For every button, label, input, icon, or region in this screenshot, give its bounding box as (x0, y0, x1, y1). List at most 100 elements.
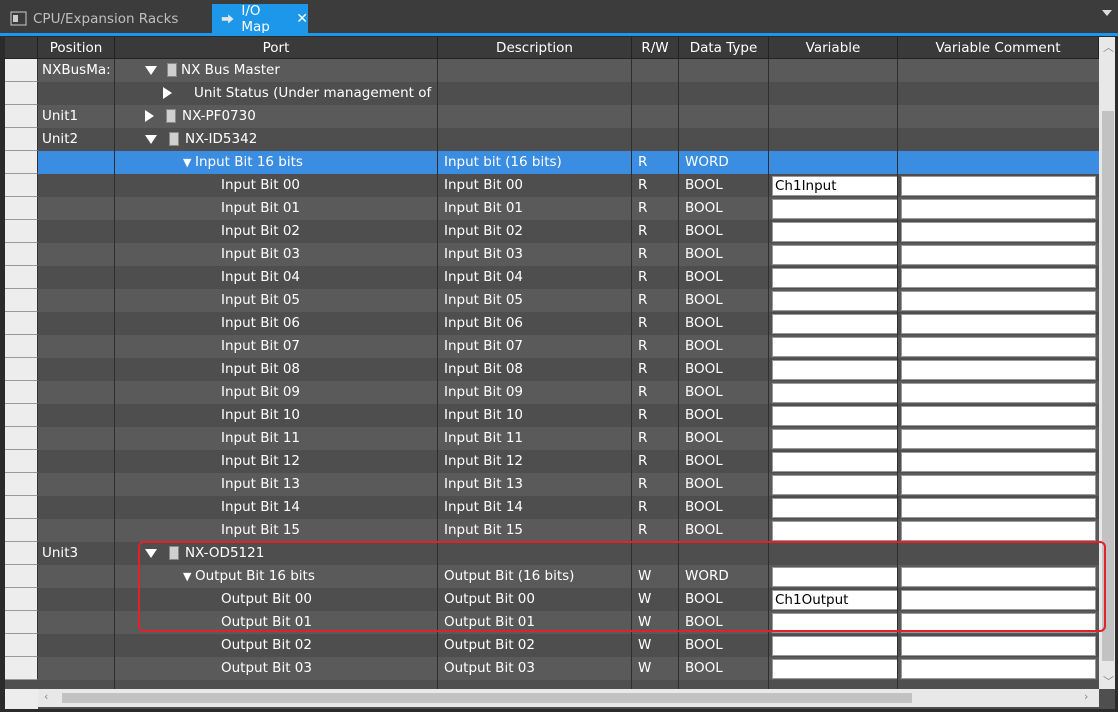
port-cell[interactable]: Input Bit 09 (115, 381, 438, 404)
close-icon[interactable]: ✕ (296, 11, 308, 27)
port-cell[interactable]: Input Bit 13 (115, 473, 438, 496)
port-cell[interactable]: Input Bit 00 (115, 174, 438, 197)
port-cell[interactable]: NX-OD5121 (115, 542, 438, 565)
row-header[interactable] (5, 289, 38, 312)
row-header[interactable] (5, 519, 38, 542)
scroll-right-icon[interactable]: › (1084, 690, 1088, 703)
variable-input[interactable] (772, 613, 898, 633)
row-header[interactable] (5, 312, 38, 335)
variable-comment-input[interactable] (901, 475, 1096, 495)
port-cell[interactable]: Input Bit 07 (115, 335, 438, 358)
port-cell[interactable]: Unit Status (Under management of (115, 82, 438, 105)
row-header[interactable] (5, 128, 38, 151)
table-row[interactable]: Output Bit 02 Output Bit 02 W BOOL (5, 634, 1099, 657)
row-header[interactable] (5, 450, 38, 473)
column-header-port[interactable]: Port (115, 37, 438, 59)
variable-comment-input[interactable] (901, 659, 1096, 679)
port-cell[interactable]: Input Bit 15 (115, 519, 438, 542)
table-row[interactable]: Input Bit 13 Input Bit 13 R BOOL (5, 473, 1099, 496)
row-header[interactable] (5, 657, 38, 680)
variable-comment-input[interactable] (901, 314, 1096, 334)
table-row[interactable]: Input Bit 07 Input Bit 07 R BOOL (5, 335, 1099, 358)
row-header[interactable] (5, 634, 38, 657)
collapse-arrow-icon[interactable]: ▼ (183, 570, 195, 583)
row-header[interactable] (5, 588, 38, 611)
variable-input[interactable] (772, 360, 898, 380)
vertical-scroll-thumb[interactable] (1102, 111, 1114, 661)
port-cell[interactable]: Input Bit 06 (115, 312, 438, 335)
variable-comment-input[interactable] (901, 222, 1096, 242)
row-header[interactable] (5, 496, 38, 519)
expand-arrow-icon[interactable] (163, 87, 172, 99)
table-row[interactable]: Input Bit 15 Input Bit 15 R BOOL (5, 519, 1099, 542)
horizontal-scrollbar[interactable]: ‹ › (38, 689, 1099, 707)
row-header[interactable] (5, 335, 38, 358)
row-header[interactable] (5, 59, 38, 82)
row-header[interactable] (5, 358, 38, 381)
vertical-scrollbar[interactable]: ︿ ﹀ (1099, 37, 1115, 689)
scroll-left-icon[interactable]: ‹ (44, 690, 48, 703)
variable-comment-input[interactable] (901, 613, 1096, 633)
variable-comment-input[interactable] (901, 337, 1096, 357)
variable-input[interactable] (772, 268, 898, 288)
variable-comment-input[interactable] (901, 521, 1096, 541)
table-row[interactable]: Unit1 NX-PF0730 (5, 105, 1099, 128)
variable-input[interactable] (772, 222, 898, 242)
port-cell[interactable]: NX-ID5342 (115, 128, 438, 151)
variable-input[interactable] (772, 636, 898, 656)
variable-comment-input[interactable] (901, 498, 1096, 518)
table-row[interactable]: ▼ Input Bit 16 bits Input bit (16 bits) R W… (5, 151, 1099, 174)
table-row[interactable]: Input Bit 11 Input Bit 11 R BOOL (5, 427, 1099, 450)
horizontal-scroll-thumb[interactable] (62, 693, 912, 703)
port-cell[interactable]: Input Bit 08 (115, 358, 438, 381)
row-header[interactable] (5, 243, 38, 266)
table-row[interactable]: Input Bit 02 Input Bit 02 R BOOL (5, 220, 1099, 243)
port-cell[interactable]: ▼ Output Bit 16 bits (115, 565, 438, 588)
table-row[interactable]: NXBusMa: NX Bus Master (5, 59, 1099, 82)
row-header[interactable] (5, 565, 38, 588)
table-row[interactable]: Input Bit 05 Input Bit 05 R BOOL (5, 289, 1099, 312)
collapse-arrow-icon[interactable] (145, 65, 157, 75)
variable-comment-input[interactable] (901, 452, 1096, 472)
collapse-arrow-icon[interactable] (145, 134, 157, 144)
row-header[interactable] (5, 611, 38, 634)
variable-comment-input[interactable] (901, 406, 1096, 426)
table-row[interactable]: Output Bit 00 Output Bit 00 W BOOL Ch1Output (5, 588, 1099, 611)
port-cell[interactable]: Input Bit 12 (115, 450, 438, 473)
table-row[interactable]: Input Bit 00 Input Bit 00 R BOOL Ch1Input (5, 174, 1099, 197)
port-cell[interactable]: Input Bit 14 (115, 496, 438, 519)
port-cell[interactable]: Output Bit 00 (115, 588, 438, 611)
table-row[interactable]: Input Bit 01 Input Bit 01 R BOOL (5, 197, 1099, 220)
tab-io-map[interactable]: I/O Map ✕ (212, 3, 308, 35)
row-header[interactable] (5, 174, 38, 197)
variable-input[interactable] (772, 452, 898, 472)
row-header[interactable] (5, 542, 38, 565)
port-cell[interactable]: ▼ Input Bit 16 bits (115, 151, 438, 174)
variable-input[interactable] (772, 245, 898, 265)
column-header-position[interactable]: Position (38, 37, 115, 59)
variable-input[interactable] (772, 406, 898, 426)
table-row[interactable]: Unit3 NX-OD5121 (5, 542, 1099, 565)
column-header-variable[interactable]: Variable (769, 37, 898, 59)
variable-input[interactable] (772, 567, 898, 587)
row-header[interactable] (5, 82, 38, 105)
table-row[interactable]: Input Bit 09 Input Bit 09 R BOOL (5, 381, 1099, 404)
variable-input[interactable] (772, 199, 898, 219)
variable-input[interactable] (772, 498, 898, 518)
table-row[interactable]: Unit Status (Under management of (5, 82, 1099, 105)
row-header[interactable] (5, 197, 38, 220)
table-row[interactable]: Input Bit 10 Input Bit 10 R BOOL (5, 404, 1099, 427)
table-row[interactable]: Output Bit 03 Output Bit 03 W BOOL (5, 657, 1099, 680)
variable-comment-input[interactable] (901, 383, 1096, 403)
row-header[interactable] (5, 427, 38, 450)
variable-comment-input[interactable] (901, 636, 1096, 656)
port-cell[interactable]: Output Bit 03 (115, 657, 438, 680)
table-row[interactable]: Output Bit 01 Output Bit 01 W BOOL (5, 611, 1099, 634)
variable-input[interactable]: Ch1Input (772, 176, 898, 196)
table-row[interactable]: Input Bit 03 Input Bit 03 R BOOL (5, 243, 1099, 266)
variable-comment-input[interactable] (901, 291, 1096, 311)
table-row[interactable]: Input Bit 12 Input Bit 12 R BOOL (5, 450, 1099, 473)
port-cell[interactable]: Input Bit 03 (115, 243, 438, 266)
variable-input[interactable] (772, 429, 898, 449)
row-header[interactable] (5, 220, 38, 243)
